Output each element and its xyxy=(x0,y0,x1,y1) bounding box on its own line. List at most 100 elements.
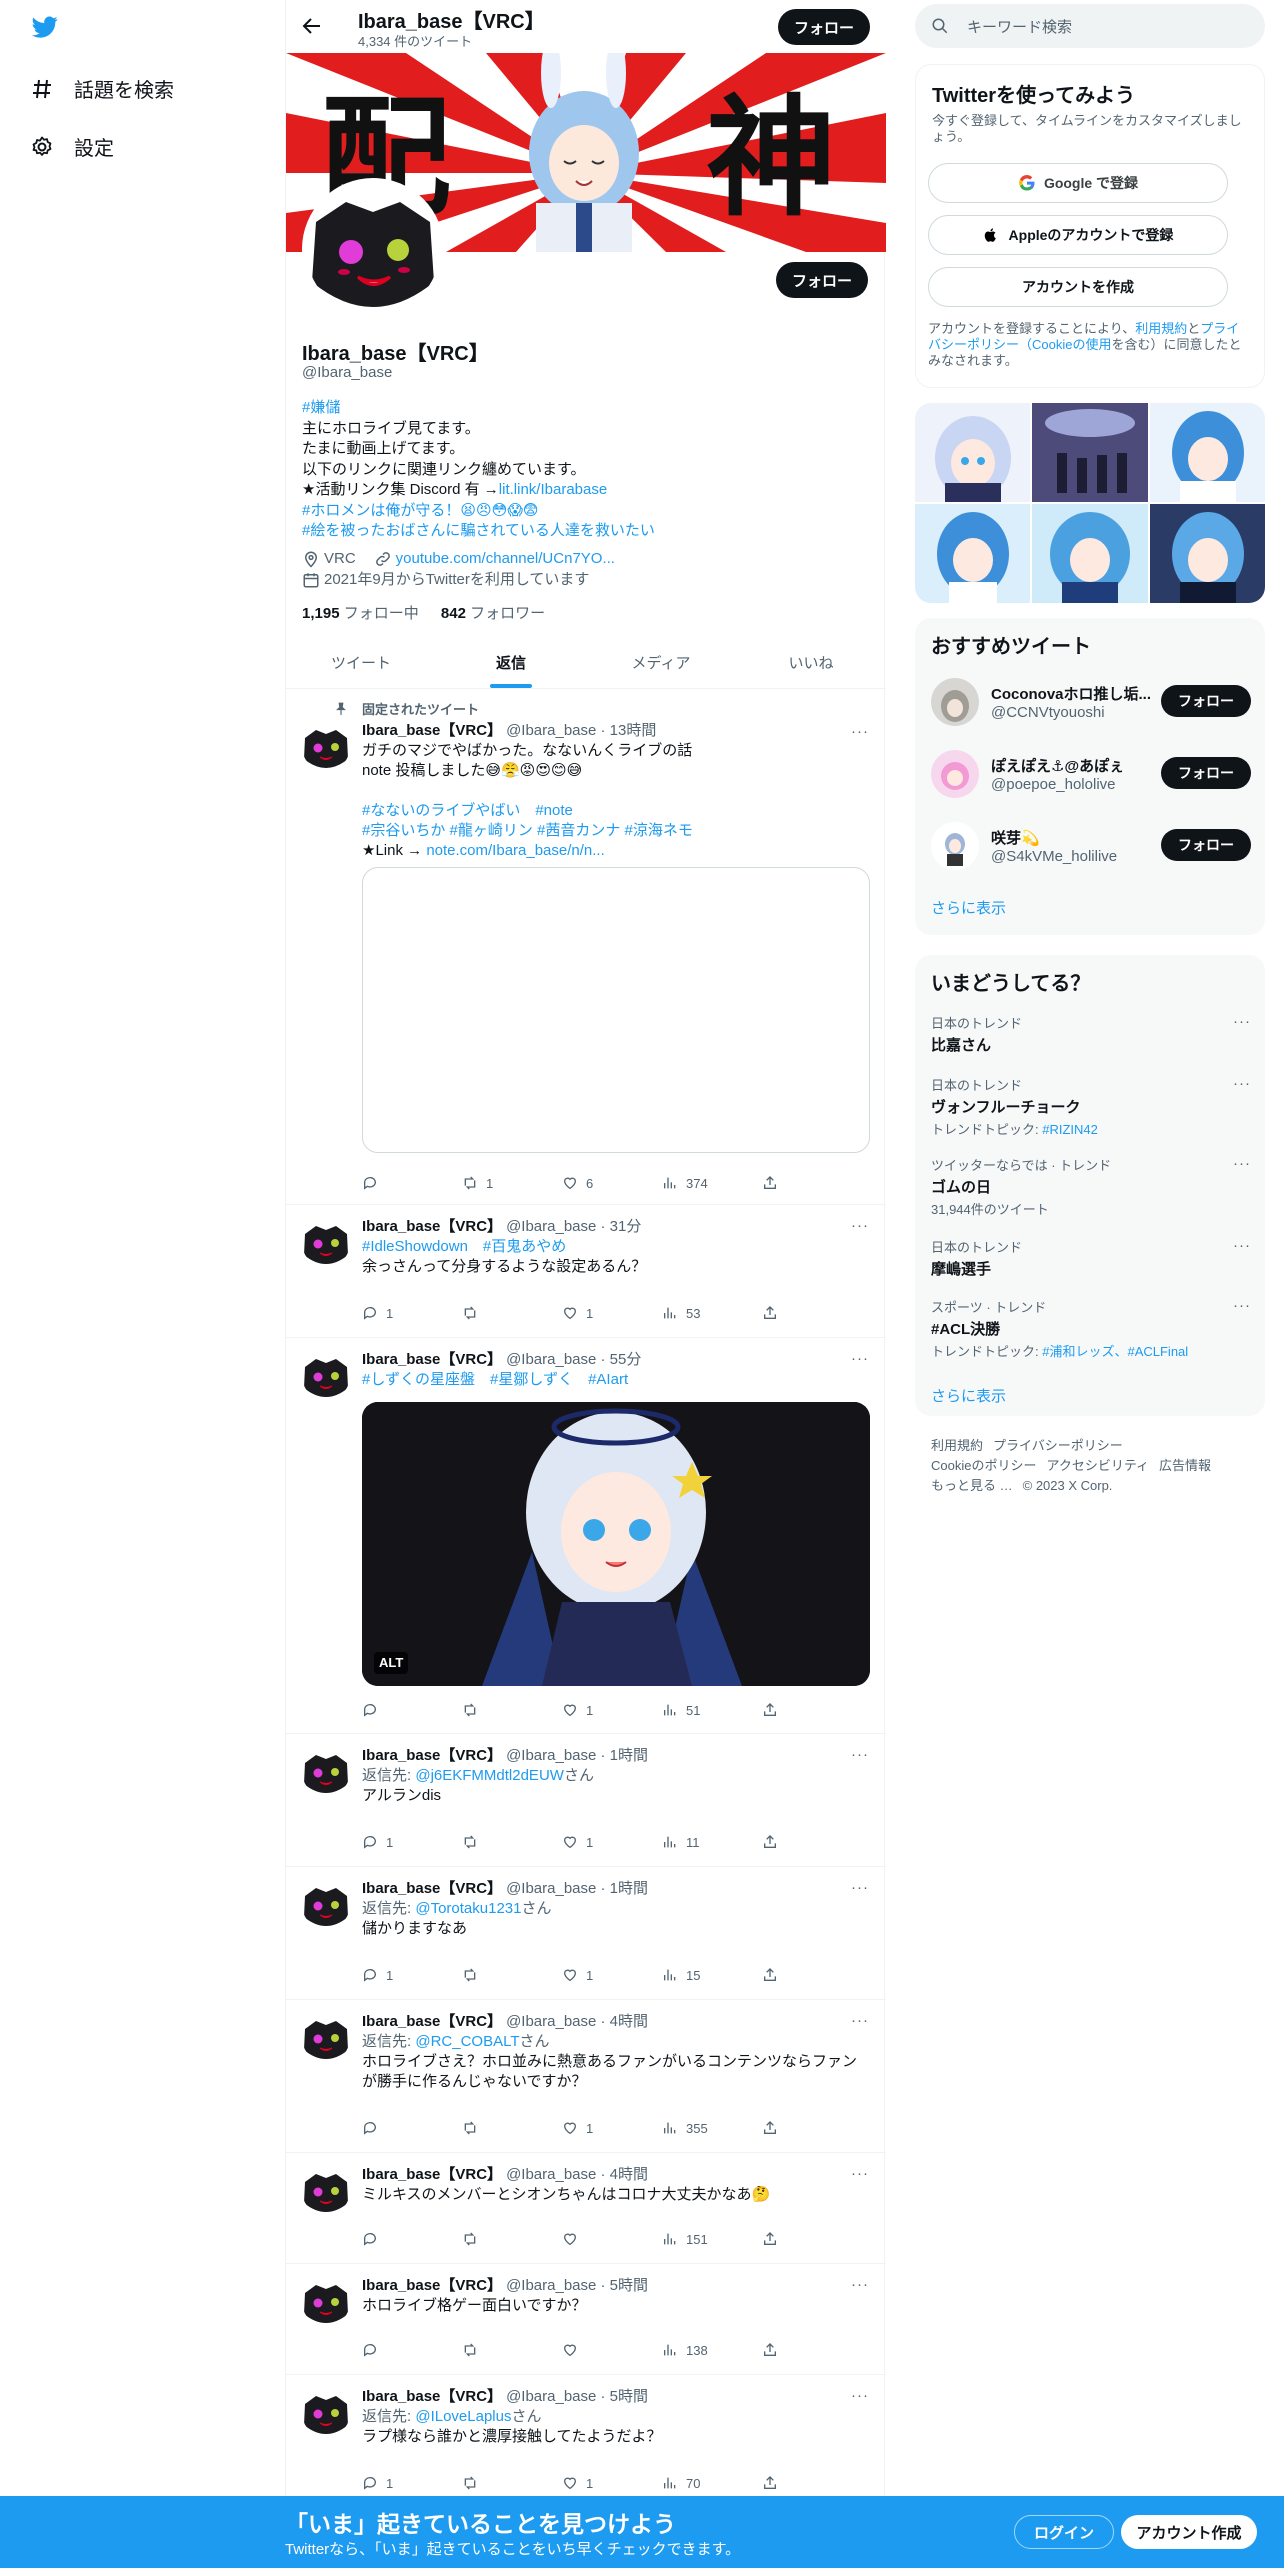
media-thumbnail[interactable] xyxy=(915,504,1031,603)
reply-to-link[interactable]: @RC_COBALT xyxy=(415,2033,519,2050)
tweet-image[interactable]: ALT xyxy=(362,1402,870,1686)
recommended-account[interactable]: Coconovaホロ推し垢... @CCNVtyouoshi フォロー xyxy=(931,678,1251,728)
share-button[interactable] xyxy=(762,2340,792,2360)
footer-accessibility-link[interactable]: アクセシビリティ xyxy=(1046,1458,1149,1473)
tweet-avatar[interactable] xyxy=(302,1219,350,1267)
trend-topic-link[interactable]: #RIZIN42 xyxy=(1042,1122,1098,1137)
tab-tweets[interactable]: ツイート xyxy=(286,636,436,688)
trend-item[interactable]: 日本のトレンド ヴォンフルーチョーク トレンドトピック: #RIZIN42 ··… xyxy=(931,1075,1251,1138)
views-button[interactable]: 151 xyxy=(662,2229,762,2249)
views-button[interactable]: 138 xyxy=(662,2340,762,2360)
apple-signup-button[interactable]: Appleのアカウントで登録 xyxy=(928,215,1228,255)
recommended-avatar[interactable] xyxy=(931,822,979,870)
share-button[interactable] xyxy=(762,1303,792,1323)
tweet-avatar[interactable] xyxy=(302,2167,350,2215)
recommended-avatar[interactable] xyxy=(931,678,979,726)
retweet-button[interactable] xyxy=(462,2473,562,2493)
reply-button[interactable] xyxy=(362,1173,462,1193)
footer-cookie-link[interactable]: Cookieのポリシー xyxy=(931,1458,1036,1473)
tweet-author-name[interactable]: Ibara_base【VRC】 xyxy=(362,1217,502,1237)
trend-more-icon[interactable]: ··· xyxy=(1233,1155,1251,1172)
views-button[interactable]: 51 xyxy=(662,1700,762,1720)
reply-to-link[interactable]: @Torotaku1231 xyxy=(415,1900,521,1917)
profile-follow-button[interactable]: フォロー xyxy=(776,262,868,298)
footer-more-link[interactable]: もっと見る … xyxy=(931,1478,1013,1493)
tweet[interactable]: ··· Ibara_base【VRC】 @Ibara_base · 1時間 返信先… xyxy=(286,1867,886,2000)
recommended-account[interactable]: 咲芽💫 @S4kVMe_holilive フォロー xyxy=(931,822,1251,872)
like-button[interactable]: 1 xyxy=(562,1700,662,1720)
retweet-button[interactable] xyxy=(462,2118,562,2138)
tweet-author-name[interactable]: Ibara_base【VRC】 xyxy=(362,2276,502,2296)
profile-url-link[interactable]: youtube.com/channel/UCn7YO... xyxy=(396,548,615,569)
create-account-button[interactable]: アカウントを作成 xyxy=(928,267,1228,307)
like-button[interactable]: 1 xyxy=(562,1832,662,1852)
following-link[interactable]: 1,195 フォロー中 xyxy=(302,605,419,622)
retweet-button[interactable] xyxy=(462,1700,562,1720)
media-thumbnail[interactable] xyxy=(1149,403,1265,502)
share-button[interactable] xyxy=(762,1965,792,1985)
tweet-author-name[interactable]: Ibara_base【VRC】 xyxy=(362,721,502,741)
signup-button[interactable]: アカウント作成 xyxy=(1121,2515,1257,2549)
trend-more-icon[interactable]: ··· xyxy=(1233,1237,1251,1254)
login-button[interactable]: ログイン xyxy=(1014,2515,1114,2549)
google-signup-button[interactable]: Google で登録 xyxy=(928,163,1228,203)
tweet-avatar[interactable] xyxy=(302,723,350,771)
tweet-author-name[interactable]: Ibara_base【VRC】 xyxy=(362,2387,502,2407)
tweet[interactable]: 固定されたツイート ··· Ibara_base【VRC】 @Ibara_base… xyxy=(286,689,886,1205)
trend-topic-link[interactable]: #浦和レッズ、#ACLFinal xyxy=(1042,1344,1188,1359)
like-button[interactable]: 6 xyxy=(562,1173,662,1193)
terms-link[interactable]: 利用規約 xyxy=(1135,321,1187,336)
views-button[interactable]: 11 xyxy=(662,1832,762,1852)
retweet-button[interactable] xyxy=(462,1832,562,1852)
reply-button[interactable]: 1 xyxy=(362,2473,462,2493)
tweet-avatar[interactable] xyxy=(302,2278,350,2326)
like-button[interactable]: 1 xyxy=(562,2473,662,2493)
media-thumbnail[interactable] xyxy=(1149,504,1265,603)
tweet-author-name[interactable]: Ibara_base【VRC】 xyxy=(362,1350,502,1370)
trend-item[interactable]: 日本のトレンド 摩嶋選手 ··· xyxy=(931,1237,1251,1279)
tweet[interactable]: ··· Ibara_base【VRC】 @Ibara_base · 31分 #Id… xyxy=(286,1205,886,1338)
retweet-button[interactable] xyxy=(462,1303,562,1323)
like-button[interactable]: 1 xyxy=(562,1303,662,1323)
like-button[interactable] xyxy=(562,2340,662,2360)
search-box[interactable]: キーワード検索 xyxy=(915,4,1265,48)
bio-hashtag-link[interactable]: #ホロメンは俺が守る！😫😠😳😱😨 xyxy=(302,502,539,519)
back-arrow-icon[interactable] xyxy=(300,14,324,38)
tweet-author-name[interactable]: Ibara_base【VRC】 xyxy=(362,2165,502,2185)
tweet-avatar[interactable] xyxy=(302,2014,350,2062)
tweet[interactable]: ··· Ibara_base【VRC】 @Ibara_base · 5時間 ホロラ… xyxy=(286,2264,886,2375)
bio-hashtag-link[interactable]: #絵を被ったおばさんに騙されている人達を救いたい xyxy=(302,522,655,539)
followers-link[interactable]: 842 フォロワー xyxy=(441,605,545,622)
retweet-button[interactable] xyxy=(462,2229,562,2249)
tweet-avatar[interactable] xyxy=(302,1352,350,1400)
retweet-button[interactable]: 1 xyxy=(462,1173,562,1193)
footer-ads-link[interactable]: 広告情報 xyxy=(1159,1458,1211,1473)
tab-replies[interactable]: 返信 xyxy=(436,636,586,688)
tweet-author-name[interactable]: Ibara_base【VRC】 xyxy=(362,1746,502,1766)
profile-avatar[interactable] xyxy=(302,178,444,320)
tweet[interactable]: ··· Ibara_base【VRC】 @Ibara_base · 55分 #しず… xyxy=(286,1338,886,1734)
views-button[interactable]: 374 xyxy=(662,1173,762,1193)
reply-button[interactable]: 1 xyxy=(362,1303,462,1323)
like-button[interactable]: 1 xyxy=(562,1965,662,1985)
share-button[interactable] xyxy=(762,2118,792,2138)
reply-button[interactable] xyxy=(362,2340,462,2360)
recommended-show-more-link[interactable]: さらに表示 xyxy=(931,897,1006,918)
share-button[interactable] xyxy=(762,2229,792,2249)
tweet[interactable]: ··· Ibara_base【VRC】 @Ibara_base · 1時間 返信先… xyxy=(286,1734,886,1867)
share-button[interactable] xyxy=(762,1173,792,1193)
share-button[interactable] xyxy=(762,2473,792,2493)
footer-privacy-link[interactable]: プライバシーポリシー xyxy=(993,1438,1123,1453)
recommended-follow-button[interactable]: フォロー xyxy=(1161,757,1251,789)
views-button[interactable]: 15 xyxy=(662,1965,762,1985)
tweet-hashtag-link[interactable]: #なないのライブやばい #note xyxy=(362,802,573,819)
reply-button[interactable]: 1 xyxy=(362,1832,462,1852)
reply-button[interactable] xyxy=(362,2229,462,2249)
footer-terms-link[interactable]: 利用規約 xyxy=(931,1438,983,1453)
recommended-avatar[interactable] xyxy=(931,750,979,798)
reply-button[interactable] xyxy=(362,2118,462,2138)
like-button[interactable] xyxy=(562,2229,662,2249)
tweet-author-name[interactable]: Ibara_base【VRC】 xyxy=(362,1879,502,1899)
tweet-author-name[interactable]: Ibara_base【VRC】 xyxy=(362,2012,502,2032)
recommended-follow-button[interactable]: フォロー xyxy=(1161,829,1251,861)
